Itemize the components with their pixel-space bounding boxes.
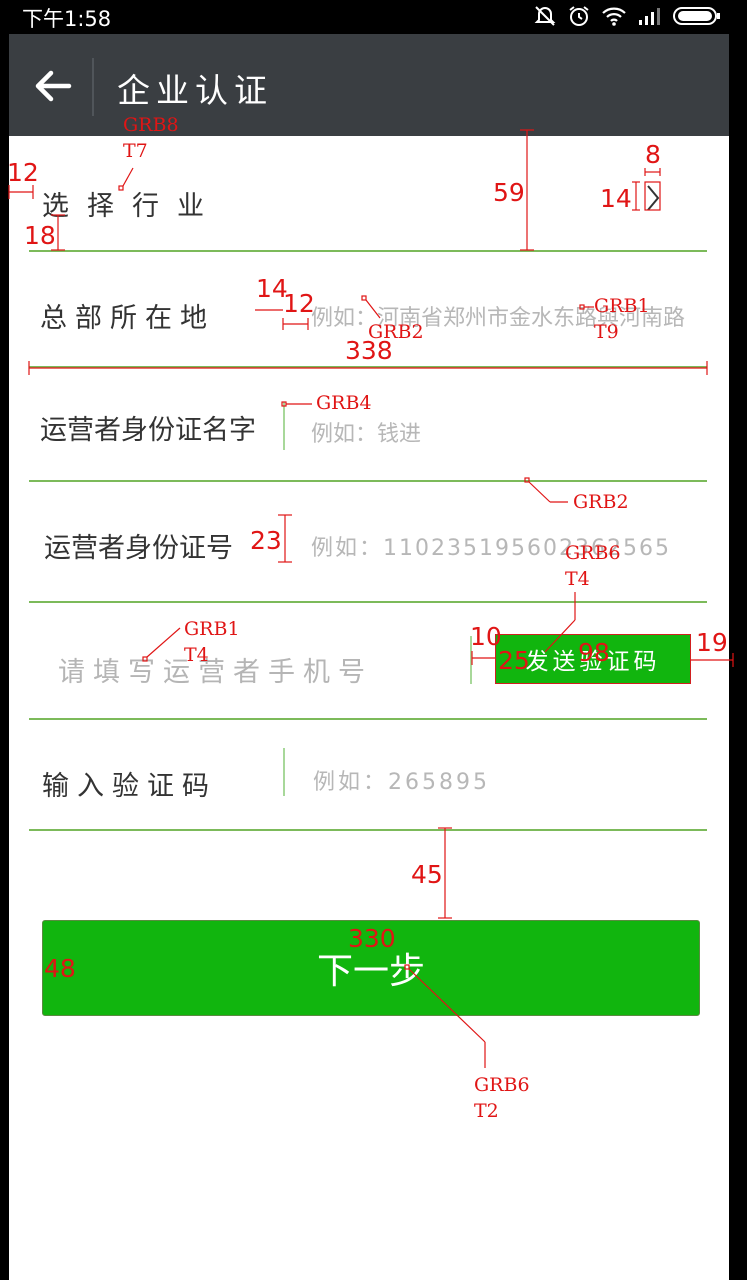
battery-icon xyxy=(673,5,721,27)
annotation-label: T7 xyxy=(123,140,148,162)
annotation-label: 23 xyxy=(250,526,282,555)
status-icons xyxy=(533,3,721,29)
chevron-right-icon xyxy=(647,185,660,211)
annotation-label: T9 xyxy=(594,321,619,343)
annotation-label: 19 xyxy=(696,628,728,657)
annotation-label: T4 xyxy=(565,568,590,590)
back-arrow-icon[interactable] xyxy=(31,64,75,108)
operator-id-label: 运营者身份证号 xyxy=(44,533,233,564)
annotation-label: 338 xyxy=(345,336,393,365)
divider-line xyxy=(29,250,707,252)
operator-name-label: 运营者身份证名字 xyxy=(40,415,256,446)
app-bar-divider xyxy=(92,58,94,116)
app-bar: 企业认证 xyxy=(9,34,729,136)
annotation-label: GRB1 xyxy=(184,618,240,640)
alarm-icon xyxy=(567,4,591,28)
divider-line xyxy=(29,829,707,831)
annotation-label: 8 xyxy=(645,140,661,169)
annotation-label: 14 xyxy=(600,184,632,213)
code-input[interactable]: 例如：265895 xyxy=(313,764,490,796)
annotation-label: 59 xyxy=(493,178,525,207)
annotation-label: 25 xyxy=(498,646,530,675)
annotation-label: 12 xyxy=(283,289,315,318)
divider-line xyxy=(29,601,707,603)
status-bar: 下午1:58 xyxy=(0,0,747,34)
status-time: 下午1:58 xyxy=(22,7,112,31)
signal-icon xyxy=(637,6,663,26)
annotation-label: GRB6 xyxy=(474,1074,530,1096)
annotation-label: GRB6 xyxy=(565,542,621,564)
operator-name-input[interactable]: 例如：钱进 xyxy=(311,416,421,448)
annotation-label: T2 xyxy=(474,1100,499,1122)
wifi-icon xyxy=(601,5,627,27)
annotation-label: GRB8 xyxy=(123,114,179,136)
annotation-label: 45 xyxy=(411,860,443,889)
annotation-label: 98 xyxy=(578,638,610,667)
annotation-label: T4 xyxy=(184,644,209,666)
annotation-label: GRB2 xyxy=(573,491,629,513)
mute-icon xyxy=(533,4,557,28)
input-divider xyxy=(283,402,285,450)
annotation-label: 18 xyxy=(24,221,56,250)
annotation-label: GRB1 xyxy=(594,295,650,317)
page-title: 企业认证 xyxy=(117,71,273,110)
location-label: 总部所在地 xyxy=(40,303,215,334)
phone-input[interactable]: 请填写运营者手机号 xyxy=(58,650,373,689)
divider-line xyxy=(29,480,707,482)
divider-line xyxy=(29,718,707,720)
input-divider xyxy=(283,748,285,796)
annotation-label: GRB4 xyxy=(316,392,372,414)
divider-line xyxy=(29,366,707,368)
annotation-label: 48 xyxy=(44,954,76,983)
industry-label: 选择行业 xyxy=(42,191,222,222)
annotation-label: 12 xyxy=(7,158,39,187)
annotation-label: 330 xyxy=(348,924,396,953)
code-label: 输入验证码 xyxy=(42,771,217,802)
